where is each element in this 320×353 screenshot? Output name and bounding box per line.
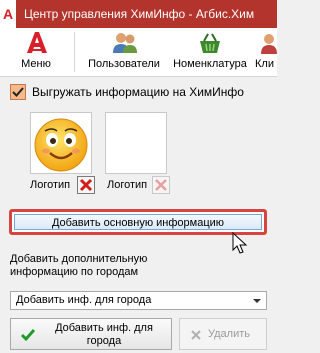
export-checkbox-label: Выгружать информацию на ХимИнфо <box>32 85 244 99</box>
city-info-description: Добавить дополнительную информацию по го… <box>10 253 148 278</box>
users-label: Пользователи <box>88 58 160 70</box>
add-main-info-highlight: Добавить основную информацию <box>9 209 267 235</box>
remove-label: Удалить <box>208 328 250 340</box>
city-select[interactable]: Добавить инф. для города <box>10 291 267 310</box>
toolbar-separator <box>74 32 75 72</box>
chevron-down-icon <box>253 299 261 303</box>
title-bar: A Центр управления ХимИнфо - Агбис.Хим <box>0 0 277 28</box>
logo-image-slot-2[interactable] <box>105 112 167 174</box>
delete-logo-1-button[interactable] <box>77 176 95 194</box>
clients-label: Кли <box>255 58 274 70</box>
menu-label: Меню <box>21 58 51 70</box>
clients-button[interactable]: Кли <box>255 28 277 76</box>
smiley-logo-icon <box>34 118 88 172</box>
users-button[interactable]: Пользователи <box>84 28 164 76</box>
basket-icon <box>200 33 220 53</box>
nomenclature-button[interactable]: Номенклатура <box>168 28 252 76</box>
logo-label-2: Логотип <box>107 179 148 191</box>
add-main-info-label: Добавить основную информацию <box>51 217 225 229</box>
users-icon <box>113 33 137 53</box>
menu-button[interactable]: Меню <box>4 28 68 76</box>
check-icon <box>20 329 36 342</box>
app-menu-icon <box>27 32 47 53</box>
city-select-value: Добавить инф. для города <box>16 294 152 306</box>
remove-button[interactable]: Удалить <box>179 318 267 350</box>
checkmark-icon <box>12 87 24 97</box>
app-logo-letter: A <box>3 6 14 22</box>
delete-x-icon <box>79 178 93 192</box>
nomenclature-label: Номенклатура <box>173 58 247 70</box>
mouse-cursor-icon <box>232 232 248 254</box>
window-title: Центр управления ХимИнфо - Агбис.Хим <box>24 7 255 21</box>
delete-x-icon-disabled <box>155 179 167 191</box>
remove-x-icon <box>191 330 201 340</box>
app-logo-icon: A <box>0 0 16 28</box>
logo-label-1: Логотип <box>30 179 71 191</box>
delete-logo-2-button[interactable] <box>152 176 170 194</box>
export-checkbox[interactable] <box>10 84 26 100</box>
add-main-info-button[interactable]: Добавить основную информацию <box>14 214 262 230</box>
toolbar: Меню Пользователи Номенклатура Кли <box>0 28 277 77</box>
add-city-info-label: Добавить инф. для города <box>55 322 153 347</box>
logo-image-slot-1[interactable] <box>30 112 92 174</box>
clients-icon <box>261 34 277 54</box>
add-city-info-button[interactable]: Добавить инф. для города <box>10 318 172 350</box>
